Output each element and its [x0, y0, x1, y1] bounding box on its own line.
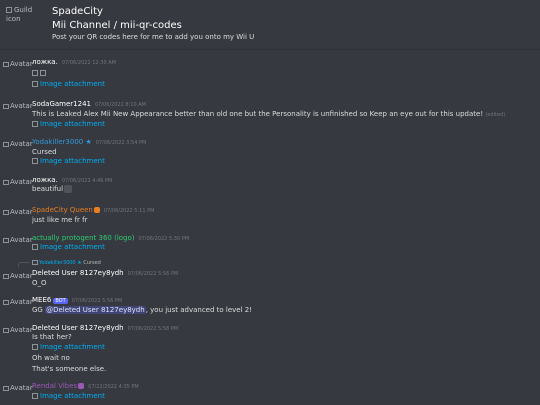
- avatar[interactable]: Avatar: [3, 140, 33, 148]
- reply-text: Cursed: [83, 260, 101, 266]
- image-attachment[interactable]: Image attachment: [40, 392, 105, 400]
- image-attachment-icon: [32, 244, 38, 250]
- message-text-suffix: , you just advanced to level 2!: [145, 306, 253, 314]
- timestamp: 07/22/2022 4:35 PM: [88, 384, 139, 390]
- message-text-prefix: GG: [32, 306, 43, 314]
- avatar[interactable]: Avatar: [3, 326, 33, 334]
- timestamp: 07/06/2022 5:56 PM: [127, 271, 179, 277]
- image-attachment-icon: [32, 121, 38, 127]
- timestamp: 07/06/2022 3:54 PM: [95, 140, 147, 146]
- avatar-icon: [3, 103, 9, 109]
- avatar[interactable]: Avatar: [3, 298, 33, 306]
- guild-name: SpadeCity: [52, 6, 103, 17]
- broken-image-icon: [40, 70, 46, 76]
- author-name[interactable]: Yodakiller3000 ★: [32, 138, 92, 146]
- avatar[interactable]: Avatar: [3, 236, 33, 244]
- timestamp: 07/06/2022 5:30 PM: [138, 236, 190, 242]
- author-name[interactable]: Deleted User 8127ey8ydh: [32, 324, 124, 332]
- timestamp: 07/06/2022 4:46 PM: [61, 178, 113, 184]
- image-attachment-icon: [32, 81, 38, 87]
- role-icon: [93, 207, 100, 213]
- avatar[interactable]: Avatar: [3, 102, 33, 110]
- avatar-icon: [3, 209, 9, 215]
- author-name[interactable]: Deleted User 8127ey8ydh: [32, 269, 124, 277]
- broken-image-icon: [32, 70, 38, 76]
- reply-author: Yodakiller3000 ★: [39, 260, 82, 266]
- timestamp: 07/06/2022 5:56 PM: [71, 298, 123, 304]
- timestamp: 07/06/2022 5:11 PM: [103, 208, 155, 214]
- message-text: O_O: [32, 279, 47, 287]
- avatar-icon: [3, 385, 9, 391]
- author-name[interactable]: MEE6: [32, 296, 51, 304]
- avatar-icon: [3, 141, 9, 147]
- author-name[interactable]: actually protogent 360 (logo): [32, 234, 135, 242]
- message-text: just like me fr fr: [32, 216, 88, 224]
- reply-avatar-icon: [32, 260, 38, 265]
- heart-icon: [78, 383, 85, 389]
- avatar-icon: [3, 237, 9, 243]
- avatar-icon: [3, 327, 9, 333]
- channel-name: Mii Channel / mii-qr-codes: [52, 20, 182, 31]
- broken-image-icon: [6, 7, 12, 13]
- author-name[interactable]: ложка.: [32, 176, 58, 184]
- avatar-icon: [3, 273, 9, 279]
- timestamp: 07/06/2022 8:10 AM: [95, 102, 146, 108]
- avatar-icon: [3, 179, 9, 185]
- image-attachment[interactable]: Image attachment: [40, 120, 105, 128]
- image-attachment[interactable]: Image attachment: [40, 243, 105, 251]
- author-name[interactable]: ложка.: [32, 58, 58, 66]
- image-attachment[interactable]: Image attachment: [40, 80, 105, 88]
- avatar-icon: [3, 61, 9, 67]
- channel-header: Guild icon SpadeCity Mii Channel / mii-q…: [0, 0, 540, 50]
- edited-label: (edited): [485, 112, 506, 118]
- author-name[interactable]: SpadeCity Queen: [32, 206, 93, 214]
- message-text: Oh wait no: [32, 354, 70, 362]
- image-attachment[interactable]: Image attachment: [40, 157, 105, 165]
- image-attachment[interactable]: Image attachment: [40, 343, 105, 351]
- avatar[interactable]: Avatar: [3, 60, 33, 68]
- timestamp: 07/06/2022 5:58 PM: [127, 326, 179, 332]
- image-attachment-icon: [32, 158, 38, 164]
- timestamp: 07/06/2022 12:30 AM: [61, 60, 116, 66]
- user-mention[interactable]: @Deleted User 8127ey8ydh: [45, 306, 146, 314]
- message-text: That's someone else.: [32, 365, 107, 373]
- message-text: Cursed: [32, 148, 57, 156]
- message-text: Is that her?: [32, 333, 72, 341]
- emoji-icon: [64, 185, 73, 193]
- author-name[interactable]: Rendal Vibes: [32, 382, 77, 390]
- reply-preview[interactable]: Yodakiller3000 ★ Cursed: [32, 260, 101, 266]
- avatar[interactable]: Avatar: [3, 208, 33, 216]
- avatar-icon: [3, 299, 9, 305]
- avatar[interactable]: Avatar: [3, 178, 33, 186]
- message-text: This is Leaked Alex Mii New Appearance b…: [32, 110, 484, 118]
- image-attachment-icon: [32, 393, 38, 399]
- avatar[interactable]: Avatar: [3, 384, 33, 392]
- guild-icon: Guild icon: [6, 6, 44, 40]
- avatar[interactable]: Avatar: [3, 272, 33, 280]
- image-attachment-icon: [32, 344, 38, 350]
- reply-spine: [18, 262, 30, 267]
- channel-topic: Post your QR codes here for me to add yo…: [52, 33, 255, 41]
- author-name[interactable]: SodaGamer1241: [32, 100, 91, 108]
- bot-badge: BOT: [53, 298, 68, 304]
- message-text: beautiful: [32, 185, 64, 193]
